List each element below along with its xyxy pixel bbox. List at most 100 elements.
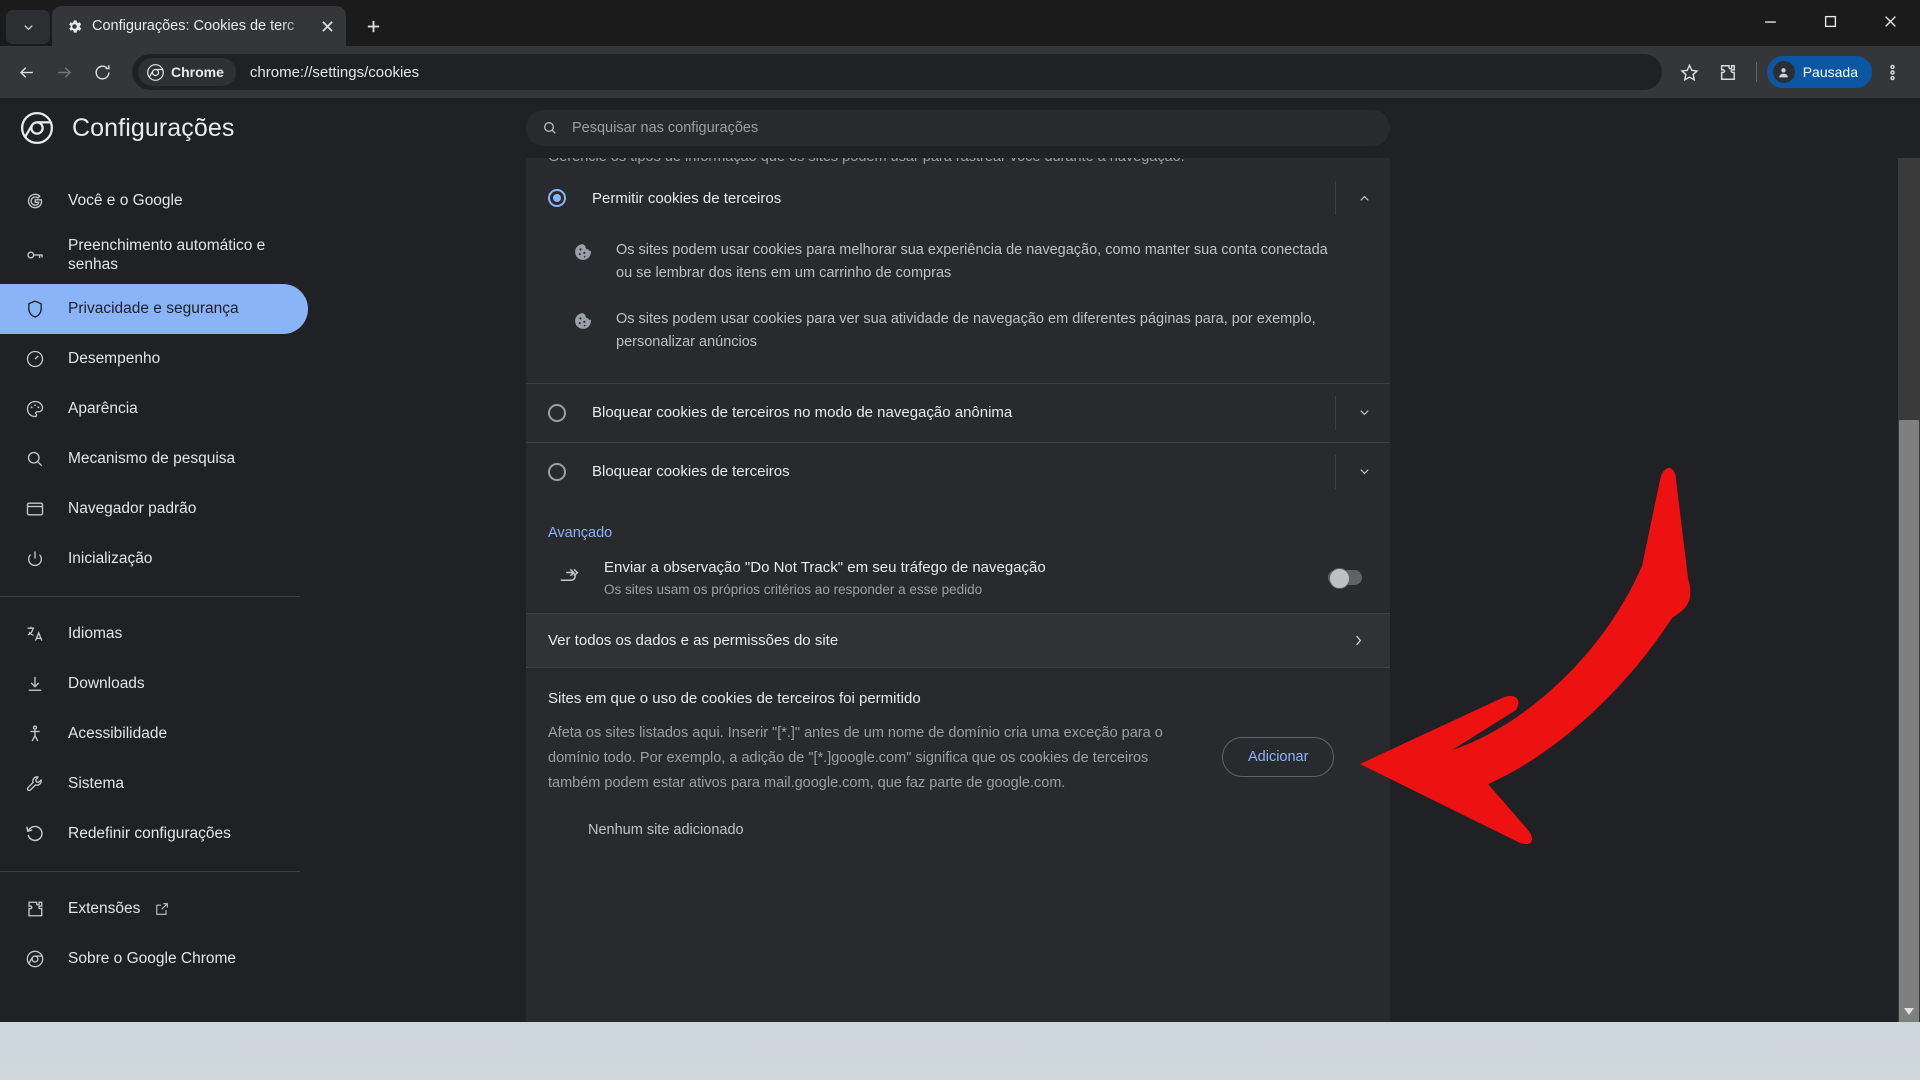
sidebar-item-acessibilidade[interactable]: Acessibilidade: [0, 709, 308, 759]
settings-header: Configurações: [0, 98, 1920, 158]
sidebar-item-aparencia[interactable]: Aparência: [0, 384, 308, 434]
puzzle-icon: [24, 898, 46, 920]
do-not-track-toggle[interactable]: [1328, 567, 1362, 589]
search-input[interactable]: [572, 120, 1374, 136]
radio-allow-third-party[interactable]: [548, 189, 566, 207]
allowed-sites-section: Sites em que o uso de cookies de terceir…: [526, 668, 1390, 838]
sidebar-item-voce-e-o-google[interactable]: Você e o Google: [0, 176, 308, 226]
sidebar-item-redefinir-configuracoes[interactable]: Redefinir configurações: [0, 809, 308, 859]
allowed-sites-empty-state: Nenhum site adicionado: [588, 821, 744, 838]
do-not-track-title: Enviar a observação "Do Not Track" em se…: [604, 558, 1046, 576]
close-window-button[interactable]: [1860, 0, 1920, 42]
sidebar-item-privacidade-e-seguranca[interactable]: Privacidade e segurança: [0, 284, 308, 334]
all-site-data-link-row[interactable]: Ver todos os dados e as permissões do si…: [526, 613, 1390, 668]
chevron-down-icon[interactable]: [1346, 454, 1382, 490]
cookie-option-allow-third-party: Permitir cookies de terceiros Os sites p…: [526, 169, 1390, 384]
sidebar-item-navegador-padrao[interactable]: Navegador padrão: [0, 484, 308, 534]
chevron-down-icon[interactable]: [1346, 395, 1382, 431]
all-site-data-label: Ver todos os dados e as permissões do si…: [548, 631, 839, 649]
scrollbar-track[interactable]: [1898, 120, 1920, 1022]
sidebar-item-sistema[interactable]: Sistema: [0, 759, 308, 809]
sidebar-item-mecanismo-de-pesquisa[interactable]: Mecanismo de pesquisa: [0, 434, 308, 484]
sidebar-item-desempenho[interactable]: Desempenho: [0, 334, 308, 384]
palette-icon: [24, 398, 46, 420]
radio-block-incognito[interactable]: [548, 403, 566, 422]
forward-icon[interactable]: [46, 54, 82, 90]
browser-window-icon: [24, 498, 46, 520]
avatar: [1772, 61, 1795, 83]
sidebar-item-extensoes[interactable]: Extensões: [0, 884, 308, 934]
bullet-text: Os sites podem usar cookies para ver sua…: [616, 310, 1316, 351]
chrome-logo-icon: [20, 111, 54, 145]
profile-label: Pausada: [1802, 64, 1858, 80]
chevron-right-icon[interactable]: [1340, 622, 1376, 658]
profile-button[interactable]: Pausada: [1766, 56, 1872, 88]
tab-search-icon[interactable]: [6, 10, 50, 44]
minimize-button[interactable]: [1740, 0, 1800, 42]
sidebar-item-label: Privacidade e segurança: [68, 300, 239, 318]
sidebar-item-sobre-o-google-chrome[interactable]: Sobre o Google Chrome: [0, 934, 308, 984]
open-in-new-icon[interactable]: [154, 901, 170, 917]
sidebar-divider: [0, 596, 300, 597]
address-bar[interactable]: Chrome chrome://settings/cookies: [132, 54, 1662, 90]
sidebar-item-label: Desempenho: [68, 350, 161, 368]
sidebar-item-idiomas[interactable]: Idiomas: [0, 609, 308, 659]
cookie-option-block-incognito: Bloquear cookies de terceiros no modo de…: [526, 384, 1390, 443]
option-label: Bloquear cookies de terceiros: [592, 463, 790, 481]
annotation-arrow-icon: [1360, 467, 1691, 845]
sidebar-item-label: Extensões: [68, 900, 141, 918]
row-divider: [1335, 395, 1336, 430]
scrollbar-thumb[interactable]: [1899, 420, 1919, 1022]
window-controls: [1740, 0, 1920, 42]
tab-strip: Configurações: Cookies de terc: [0, 0, 1920, 46]
do-not-track-row[interactable]: Enviar a observação "Do Not Track" em se…: [526, 547, 1390, 614]
translate-icon: [24, 623, 46, 645]
sidebar-item-downloads[interactable]: Downloads: [0, 659, 308, 709]
new-tab-button[interactable]: [356, 9, 390, 43]
radio-row-allow-third-party[interactable]: Permitir cookies de terceiros: [526, 169, 1390, 227]
add-site-button[interactable]: Adicionar: [1222, 736, 1335, 777]
sidebar-item-label: Idiomas: [68, 625, 123, 643]
bookmark-star-icon[interactable]: [1672, 54, 1708, 90]
sidebar-item-label: Acessibilidade: [68, 725, 168, 743]
reload-icon[interactable]: [84, 54, 120, 90]
allowed-sites-body: Afeta os sites listados aqui. Inserir "[…: [548, 721, 1368, 796]
browser-tab[interactable]: Configurações: Cookies de terc: [52, 6, 346, 46]
do-not-track-arrows-icon: [558, 566, 582, 590]
chrome-menu-icon[interactable]: [1874, 54, 1910, 90]
option-label: Permitir cookies de terceiros: [592, 189, 782, 207]
bullet-text: Os sites podem usar cookies para melhora…: [616, 242, 1328, 282]
reset-icon: [26, 825, 43, 842]
page-scrollbar[interactable]: [1898, 98, 1920, 1022]
radio-block-third-party[interactable]: [548, 462, 566, 481]
sidebar-item-inicializacao[interactable]: Inicialização: [0, 534, 308, 584]
chrome-chip-label: Chrome: [171, 64, 224, 80]
cookie-option-block-third-party: Bloquear cookies de terceiros: [526, 443, 1390, 501]
accessibility-icon: [24, 723, 46, 745]
settings-search-box[interactable]: [526, 110, 1390, 146]
advanced-section-title: Avançado: [548, 524, 613, 541]
back-icon[interactable]: [8, 54, 44, 90]
gear-icon: [66, 18, 83, 35]
chrome-icon: [147, 63, 164, 81]
sidebar-item-label: Downloads: [68, 675, 145, 693]
radio-row-block-incognito[interactable]: Bloquear cookies de terceiros no modo de…: [526, 384, 1390, 442]
allowed-sites-title: Sites em que o uso de cookies de terceir…: [548, 689, 921, 707]
scroll-down-arrow-icon[interactable]: [1898, 1000, 1920, 1022]
close-icon[interactable]: [316, 15, 338, 37]
wrench-icon: [24, 773, 46, 795]
list-item: Os sites podem usar cookies para ver sua…: [548, 298, 1364, 367]
maximize-button[interactable]: [1800, 0, 1860, 42]
browser-toolbar: Chrome chrome://settings/cookies Pausada: [0, 46, 1920, 98]
sidebar-item-label: Sobre o Google Chrome: [68, 950, 237, 968]
extensions-puzzle-icon[interactable]: [1710, 54, 1746, 90]
sidebar-item-label: Mecanismo de pesquisa: [68, 450, 236, 468]
sidebar-item-preenchimento-automatico[interactable]: Preenchimento automático e senhas: [0, 226, 308, 284]
radio-row-block-third-party[interactable]: Bloquear cookies de terceiros: [526, 443, 1390, 501]
settings-page: Configurações Você e o Google Preenchime…: [0, 98, 1920, 1022]
chrome-icon: [24, 948, 46, 970]
chevron-up-icon[interactable]: [1346, 180, 1382, 216]
cookie-icon: [572, 310, 594, 332]
search-icon: [544, 122, 556, 134]
toolbar-divider: [1755, 62, 1757, 82]
